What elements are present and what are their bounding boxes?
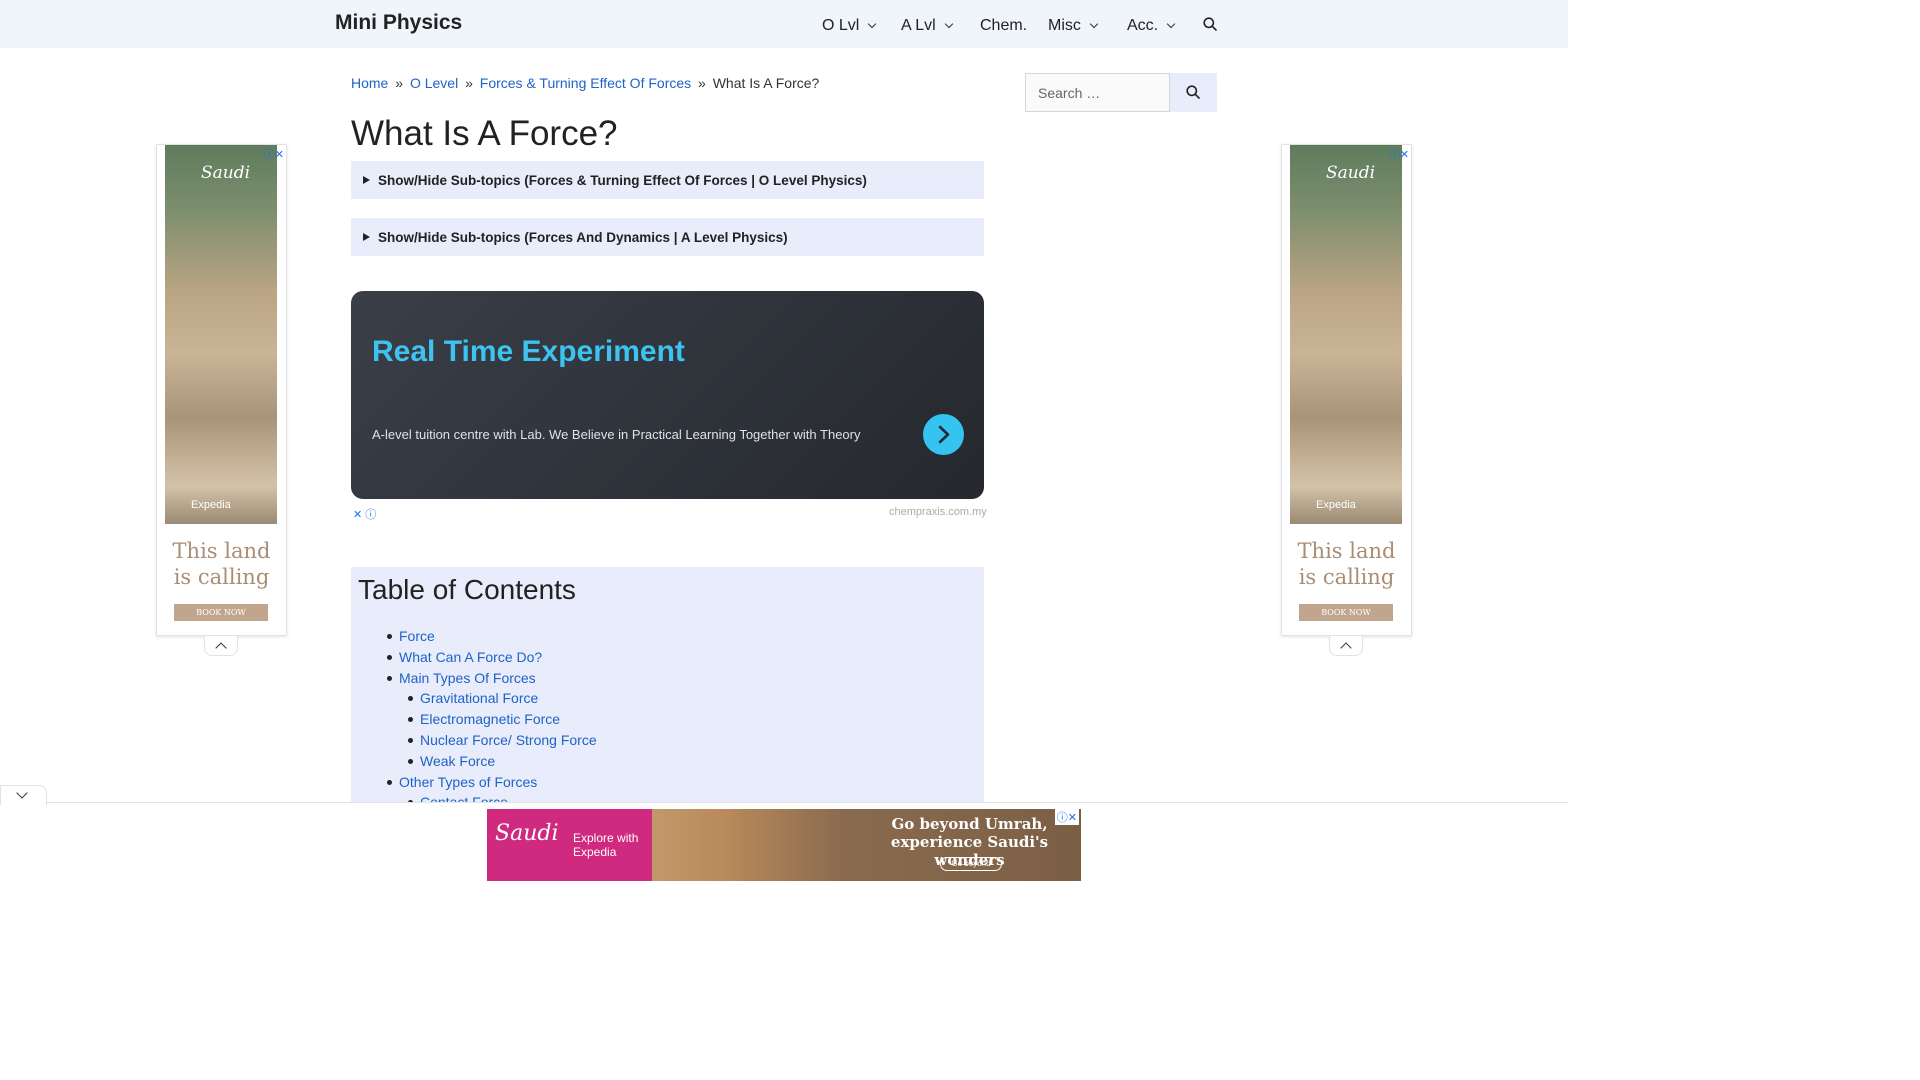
ad-close-icon[interactable]: ⓘ✕	[264, 146, 284, 162]
disclosure-triangle-icon	[363, 233, 370, 241]
nav-item-acc[interactable]: Acc.	[1127, 17, 1176, 35]
breadcrumb-separator: »	[465, 75, 473, 91]
nav-item-misc[interactable]: Misc	[1048, 17, 1099, 35]
ad-close-icon[interactable]: ⓘ✕	[1389, 146, 1409, 162]
ad-tagline-line: This land	[172, 539, 271, 563]
left-side-ad[interactable]: Saudi Expedia This land is calling BOOK …	[156, 144, 287, 656]
disclosure-triangle-icon	[363, 176, 370, 184]
chevron-right-icon	[938, 425, 950, 444]
expedia-logo: Explore with Expedia	[573, 831, 638, 859]
subtopics-toggle-label: Show/Hide Sub-topics (Forces And Dynamic…	[378, 229, 788, 245]
ad-description: A-level tuition centre with Lab. We Beli…	[372, 427, 861, 442]
toc-link[interactable]: Other Types of Forces	[399, 774, 537, 790]
toc-subitem: Nuclear Force/ Strong Force	[399, 730, 597, 751]
toc-item: Main Types Of Forces	[387, 668, 597, 689]
saudi-logo: Saudi	[1326, 163, 1376, 183]
subtopics-toggle-o-level[interactable]: Show/Hide Sub-topics (Forces & Turning E…	[351, 161, 984, 199]
ad-tagline-line: is calling	[1298, 565, 1395, 589]
breadcrumb-separator: »	[395, 75, 404, 91]
saudi-logo: Saudi	[201, 163, 251, 183]
nav-item-label: O Lvl	[822, 17, 860, 34]
expedia-logo: Expedia	[191, 499, 231, 511]
toc-list: Force What Can A Force Do? Main Types Of…	[387, 626, 597, 813]
site-header: Mini Physics O Lvl A Lvl Chem. Misc Acc.	[0, 0, 1568, 48]
subtopics-toggle-a-level[interactable]: Show/Hide Sub-topics (Forces And Dynamic…	[351, 218, 984, 256]
nav-item-label: A Lvl	[901, 17, 936, 34]
chevron-down-icon	[944, 19, 953, 29]
toc-link[interactable]: Weak Force	[420, 753, 495, 769]
book-now-button[interactable]: BOOK NOW	[1299, 604, 1393, 621]
toc-link[interactable]: What Can A Force Do?	[399, 649, 542, 665]
toc-link[interactable]: Electromagnetic Force	[420, 711, 560, 727]
chevron-down-icon	[1166, 19, 1176, 29]
breadcrumb: Home » O Level » Forces & Turning Effect…	[351, 75, 819, 91]
toc-link[interactable]: Gravitational Force	[420, 690, 538, 706]
toc-link[interactable]: Nuclear Force/ Strong Force	[420, 732, 597, 748]
ad-brand-panel: Saudi Explore with Expedia	[487, 809, 652, 881]
ad-tagline-line: This land	[1297, 539, 1396, 563]
anchor-ad[interactable]: Saudi Explore with Expedia Go beyond Umr…	[487, 809, 1081, 881]
toc-subitem: Weak Force	[399, 751, 597, 772]
ad-photo	[165, 145, 277, 524]
ad-photo	[1290, 145, 1402, 524]
breadcrumb-current: What Is A Force?	[712, 75, 820, 91]
ad-tagline: This land is calling	[1282, 538, 1411, 590]
saudi-logo: Saudi	[495, 821, 559, 846]
breadcrumb-forces[interactable]: Forces & Turning Effect Of Forces	[480, 75, 691, 91]
collapse-anchor-button[interactable]	[0, 785, 47, 805]
collapse-ad-button[interactable]	[204, 636, 238, 656]
ad-tagline-line: is calling	[173, 565, 270, 589]
toc-title: Table of Contents	[358, 574, 576, 605]
collapse-ad-button[interactable]	[1329, 636, 1363, 656]
search-input[interactable]	[1025, 73, 1170, 112]
chevron-down-icon	[1089, 19, 1099, 29]
breadcrumb-home[interactable]: Home	[351, 75, 388, 91]
nav-item-label: Chem.	[980, 17, 1028, 34]
toc-item: Force	[387, 626, 597, 647]
expedia-prefix: Explore with	[573, 831, 639, 845]
breadcrumb-o-level[interactable]: O Level	[410, 75, 458, 91]
right-side-ad[interactable]: Saudi Expedia This land is calling BOOK …	[1281, 144, 1412, 656]
ad-close-icon[interactable]: ⓘ✕	[1054, 809, 1079, 825]
inline-ad[interactable]: Real Time Experiment A-level tuition cen…	[351, 291, 984, 499]
search-button[interactable]	[1170, 73, 1217, 112]
page-title: What Is A Force?	[351, 114, 618, 153]
site-title[interactable]: Mini Physics	[335, 11, 462, 35]
ad-title[interactable]: Real Time Experiment	[372, 335, 685, 369]
toc-subitem: Gravitational Force	[399, 688, 597, 709]
toc-link[interactable]: Force	[399, 628, 435, 644]
adchoices-icon[interactable]: ✕ ⓘ	[353, 506, 376, 522]
book-now-button[interactable]: BOOK NOW	[174, 604, 268, 621]
ad-open-button[interactable]	[923, 414, 964, 455]
go-beyond-button[interactable]: Go beyond	[940, 857, 1002, 871]
table-of-contents: Table of Contents Force What Can A Force…	[351, 567, 984, 810]
chevron-down-icon	[868, 19, 877, 29]
toc-item: Other Types of Forces	[387, 772, 597, 793]
expedia-logo: Expedia	[1316, 499, 1356, 511]
nav-item-label: Misc	[1048, 17, 1081, 34]
expedia-name: Expedia	[573, 845, 617, 859]
search-icon[interactable]	[1203, 17, 1217, 31]
toc-item: What Can A Force Do?	[387, 647, 597, 668]
breadcrumb-separator: »	[698, 75, 706, 91]
subtopics-toggle-label: Show/Hide Sub-topics (Forces & Turning E…	[378, 172, 867, 188]
toc-subitem: Electromagnetic Force	[399, 709, 597, 730]
ad-headline-line: Go beyond Umrah,	[891, 815, 1048, 833]
toc-link[interactable]: Main Types Of Forces	[399, 670, 536, 686]
nav-item-o-level[interactable]: O Lvl	[822, 17, 877, 35]
ad-tagline: This land is calling	[157, 538, 286, 590]
ad-domain[interactable]: chempraxis.com.my	[889, 506, 987, 518]
nav-item-chem[interactable]: Chem.	[980, 17, 1027, 35]
search-icon	[1186, 85, 1200, 99]
nav-item-a-level[interactable]: A Lvl	[901, 17, 953, 35]
nav-item-label: Acc.	[1127, 17, 1159, 34]
